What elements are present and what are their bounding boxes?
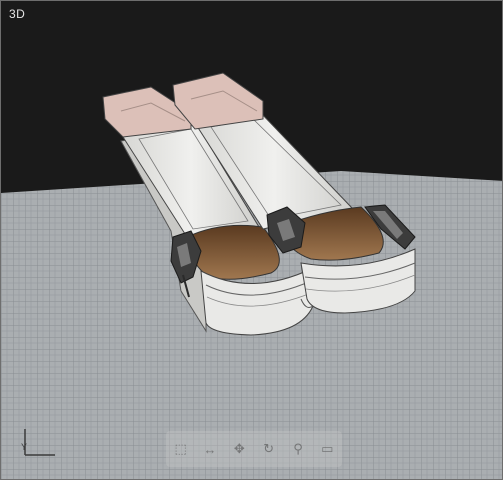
axis-y-label: Y bbox=[21, 442, 28, 452]
select-icon[interactable]: ⬚ bbox=[170, 438, 192, 460]
frame-icon[interactable]: ▭ bbox=[316, 438, 338, 460]
zoom-icon[interactable]: ⚲ bbox=[287, 438, 309, 460]
move-icon[interactable]: ↔ bbox=[199, 438, 221, 460]
viewport-nav-toolbar: ⬚ ↔ ✥ ↻ ⚲ ▭ bbox=[166, 431, 342, 467]
3d-viewport[interactable]: 3D Y ⬚ ↔ ✥ ↻ ⚲ ▭ bbox=[0, 0, 503, 480]
view-mode-label: 3D bbox=[9, 7, 26, 21]
viewport-scene[interactable] bbox=[1, 1, 503, 480]
rotate-icon[interactable]: ↻ bbox=[258, 438, 280, 460]
pan-icon[interactable]: ✥ bbox=[228, 438, 250, 460]
